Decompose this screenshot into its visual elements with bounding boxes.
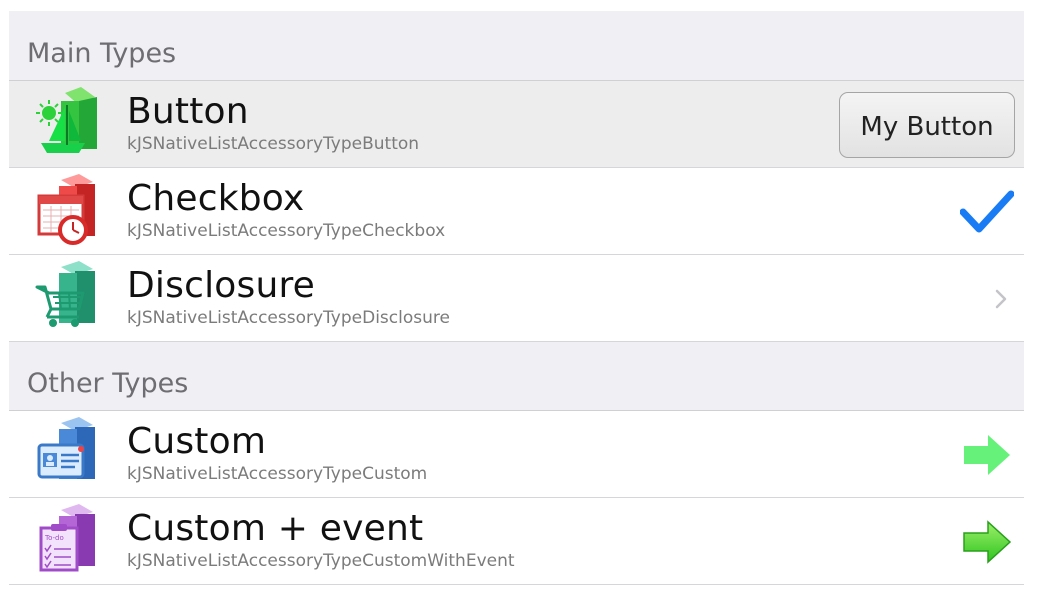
list-row-custom-event[interactable]: To-do Custom + event kJSNativeListAccess…: [9, 498, 1024, 585]
row-subtitle: kJSNativeListAccessoryTypeCustomWithEven…: [127, 551, 515, 571]
todo-list-book-icon: To-do: [35, 504, 101, 576]
calendar-clock-book-icon: [35, 174, 101, 246]
row-title: Disclosure: [127, 265, 316, 306]
section-header-other-types: Other Types: [9, 342, 1024, 411]
list-row-custom[interactable]: Custom kJSNativeListAccessoryTypeCustom: [9, 411, 1024, 498]
row-subtitle: kJSNativeListAccessoryTypeDisclosure: [127, 308, 450, 328]
list-row-button[interactable]: Button kJSNativeListAccessoryTypeButton …: [9, 81, 1024, 168]
svg-text:To-do: To-do: [44, 534, 64, 542]
shopping-cart-book-icon: [35, 261, 101, 333]
section-title: Other Types: [27, 368, 189, 399]
list-row-checkbox[interactable]: Checkbox kJSNativeListAccessoryTypeCheck…: [9, 168, 1024, 255]
accessory-type-list: Main Types Button kJSNativeListAccessory…: [9, 11, 1024, 585]
row-subtitle: kJSNativeListAccessoryTypeButton: [127, 134, 420, 154]
row-title: Button: [127, 91, 249, 132]
row-title: Checkbox: [127, 178, 305, 219]
row-subtitle: kJSNativeListAccessoryTypeCustom: [127, 464, 428, 484]
chevron-right-icon[interactable]: [994, 288, 1008, 310]
checkmark-icon[interactable]: [960, 190, 1014, 234]
contact-card-book-icon: [35, 417, 101, 489]
row-title: Custom + event: [127, 508, 424, 549]
arrow-right-icon[interactable]: [962, 433, 1012, 477]
section-header-main-types: Main Types: [9, 11, 1024, 81]
list-row-disclosure[interactable]: Disclosure kJSNativeListAccessoryTypeDis…: [9, 255, 1024, 342]
section-title: Main Types: [27, 38, 177, 69]
row-title: Custom: [127, 421, 267, 462]
sailboat-book-icon: [35, 87, 101, 159]
arrow-right-event-icon[interactable]: [962, 520, 1012, 564]
row-subtitle: kJSNativeListAccessoryTypeCheckbox: [127, 221, 446, 241]
my-button[interactable]: My Button: [839, 92, 1015, 158]
